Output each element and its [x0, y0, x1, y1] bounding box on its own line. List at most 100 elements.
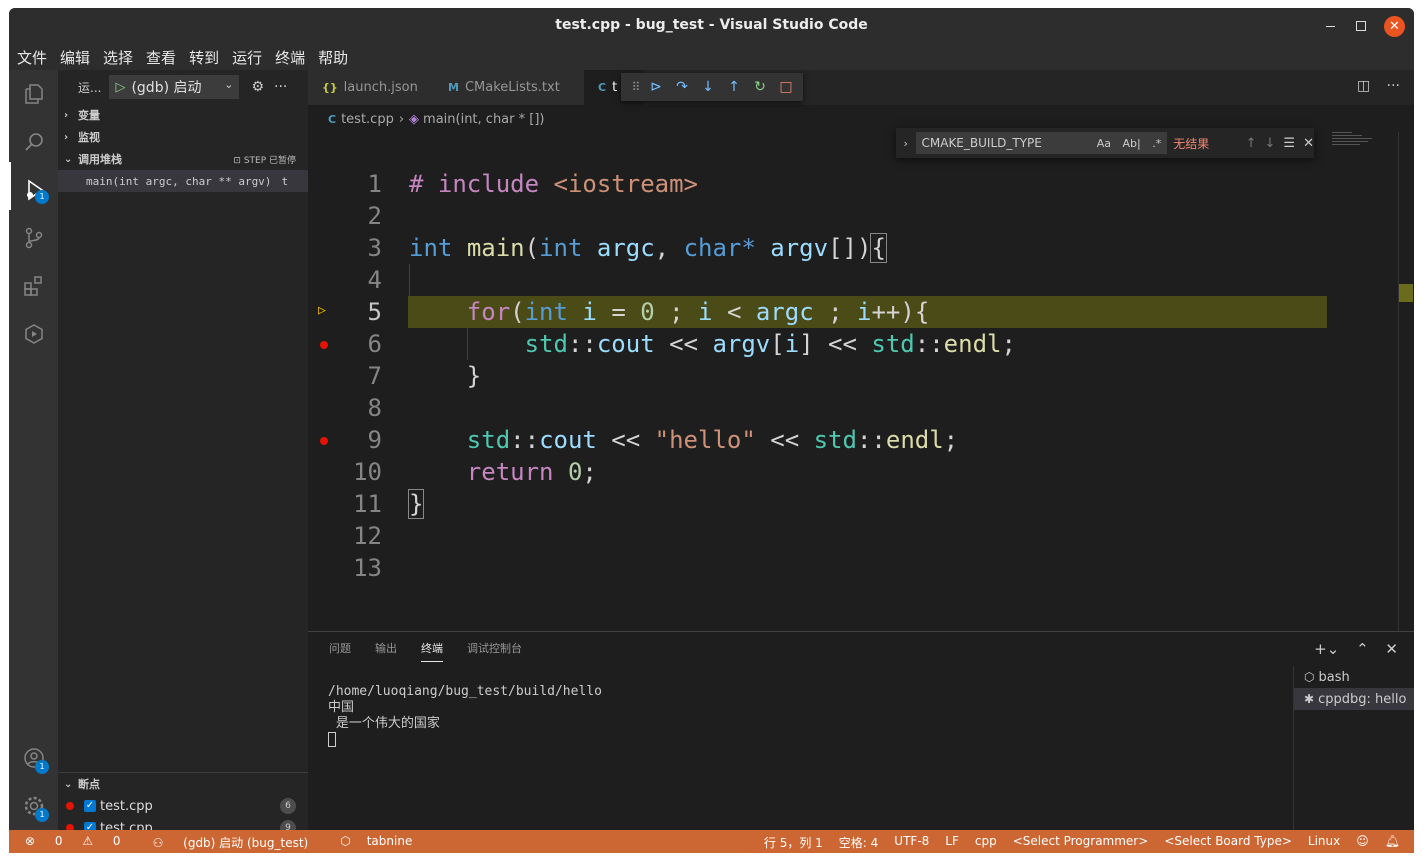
- find-options: Aa Ab| .*: [1089, 137, 1161, 150]
- close-window-button[interactable]: ✕: [1384, 16, 1405, 37]
- tab-output[interactable]: 输出: [375, 640, 397, 662]
- scrollbar-current-line-marker: [1399, 284, 1413, 302]
- editor-actions: ◫ ···: [1345, 78, 1400, 94]
- match-case-toggle[interactable]: Aa: [1097, 137, 1111, 150]
- find-in-selection-icon[interactable]: ☰: [1283, 136, 1295, 151]
- minimap[interactable]: [1332, 132, 1392, 162]
- explorer-icon[interactable]: [21, 82, 47, 108]
- breakpoint-checkbox[interactable]: ✓: [84, 800, 96, 812]
- maximize-panel-icon[interactable]: ⌃: [1356, 640, 1369, 658]
- tabnine-status[interactable]: ⬡ tabnine: [340, 834, 428, 851]
- tab-debug-console[interactable]: 调试控制台: [467, 640, 522, 662]
- remote-explorer-icon[interactable]: [21, 322, 47, 348]
- vertical-scrollbar[interactable]: [1398, 132, 1412, 631]
- new-terminal-plus-icon[interactable]: +⌄: [1314, 640, 1339, 658]
- line-number: 9: [367, 426, 382, 454]
- stack-frame-row[interactable]: main(int argc, char ** argv) t: [58, 170, 308, 192]
- menu-help[interactable]: 帮助: [318, 47, 348, 68]
- select-board-type[interactable]: <Select Board Type>: [1164, 834, 1292, 851]
- tab-problems[interactable]: 问题: [329, 640, 351, 662]
- manage-gear-icon[interactable]: 1: [21, 794, 49, 822]
- find-query: CMAKE_BUILD_TYPE: [921, 136, 1042, 150]
- stack-frame-name: main(int argc, char ** argv): [86, 174, 272, 188]
- start-debug-icon[interactable]: ▷: [115, 80, 125, 95]
- step-into-icon[interactable]: ↓: [695, 79, 721, 95]
- debug-toolbar: ⠿ ⊳ ↷ ↓ ↑ ↻ □: [621, 73, 803, 101]
- accounts-icon[interactable]: 1: [21, 746, 49, 774]
- end-of-line[interactable]: LF: [945, 834, 959, 851]
- menu-view[interactable]: 查看: [146, 47, 176, 68]
- close-find-icon[interactable]: ✕: [1303, 136, 1314, 151]
- menu-terminal[interactable]: 终端: [275, 47, 305, 68]
- toggle-replace-icon[interactable]: ›: [896, 137, 916, 150]
- language-mode[interactable]: cpp: [975, 834, 997, 851]
- indentation[interactable]: 空格: 4: [839, 834, 879, 851]
- select-programmer[interactable]: <Select Programmer>: [1013, 834, 1149, 851]
- tab-cmakelists[interactable]: M CMakeLists.txt: [434, 70, 584, 105]
- split-editor-icon[interactable]: ◫: [1357, 78, 1370, 94]
- activity-bar: 1 1 1: [9, 70, 58, 830]
- stop-icon[interactable]: □: [773, 79, 799, 95]
- regex-toggle[interactable]: .*: [1152, 137, 1161, 150]
- breadcrumb-file[interactable]: test.cpp: [341, 112, 394, 127]
- code-line: 9 std::cout << "hello" << std::endl;: [308, 424, 1338, 456]
- minimize-button[interactable]: [1321, 16, 1341, 36]
- notifications-bell-icon[interactable]: 🔔︎: [1385, 834, 1400, 851]
- tab-label: t: [612, 80, 618, 95]
- breadcrumb-symbol[interactable]: main(int, char * []): [423, 112, 544, 127]
- cursor-position[interactable]: 行 5，列 1: [764, 834, 823, 851]
- platform[interactable]: Linux: [1308, 834, 1340, 851]
- terminal-item-bash[interactable]: ⬡ bash: [1294, 666, 1414, 688]
- warning-count: 0: [112, 834, 121, 848]
- encoding[interactable]: UTF-8: [894, 834, 929, 851]
- drag-grip-icon[interactable]: ⠿: [629, 80, 643, 94]
- more-actions-icon[interactable]: ···: [1387, 78, 1400, 94]
- breakpoint-item[interactable]: ✓ test.cpp 6: [58, 795, 308, 817]
- call-stack-section[interactable]: ⌄ 调用堆栈 ⊡ STEP 已暂停: [58, 148, 308, 170]
- run-debug-icon[interactable]: 1: [21, 178, 49, 204]
- menu-selection[interactable]: 选择: [103, 47, 133, 68]
- open-launch-json-gear-icon[interactable]: ⚙: [251, 79, 264, 95]
- chevron-right-icon: ›: [64, 109, 69, 121]
- close-panel-icon[interactable]: ✕: [1385, 640, 1398, 658]
- whole-word-toggle[interactable]: Ab|: [1123, 137, 1141, 150]
- continue-icon[interactable]: ⊳: [643, 79, 669, 95]
- terminal-item-cppdbg[interactable]: ✱ cppdbg: hello: [1294, 688, 1414, 710]
- menu-edit[interactable]: 编辑: [60, 47, 90, 68]
- search-icon[interactable]: [21, 130, 47, 156]
- debug-status[interactable]: ⚇ (gdb) 启动 (bug_test): [153, 834, 325, 851]
- terminal-line: 中国: [328, 700, 355, 715]
- stack-frame-file: t: [281, 174, 289, 188]
- debug-icon: ⚇: [152, 836, 168, 850]
- previous-match-icon[interactable]: ↑: [1246, 136, 1257, 151]
- more-actions-icon[interactable]: ···: [274, 79, 287, 95]
- code-line: 6 std::cout << argv[i] << std::endl;: [308, 328, 1338, 360]
- breakpoint-line: 6: [280, 798, 296, 814]
- code-line: 10 return 0;: [308, 456, 1338, 488]
- watch-section[interactable]: › 监视: [58, 126, 308, 148]
- menu-file[interactable]: 文件: [17, 47, 47, 68]
- line-number: 10: [353, 458, 382, 486]
- error-count: 0: [54, 834, 63, 848]
- status-bar: ⊗ 0 ⚠ 0 ⚇ (gdb) 启动 (bug_test) ⬡ tabnine 行…: [9, 830, 1414, 853]
- feedback-icon[interactable]: ☺: [1356, 834, 1369, 851]
- step-over-icon[interactable]: ↷: [669, 79, 695, 95]
- step-out-icon[interactable]: ↑: [721, 79, 747, 95]
- json-file-icon: {}: [322, 81, 338, 94]
- variables-section[interactable]: › 变量: [58, 104, 308, 126]
- problems-status[interactable]: ⊗ 0 ⚠ 0: [25, 834, 137, 851]
- find-input[interactable]: CMAKE_BUILD_TYPE Aa Ab| .*: [915, 132, 1168, 154]
- next-match-icon[interactable]: ↓: [1265, 136, 1276, 151]
- maximize-button[interactable]: [1351, 16, 1371, 36]
- menu-go[interactable]: 转到: [189, 47, 219, 68]
- terminal-cursor: [328, 732, 336, 747]
- tab-terminal[interactable]: 终端: [421, 640, 443, 662]
- terminal-output[interactable]: /home/luoqiang/bug_test/build/hello 中国 是一…: [328, 684, 602, 748]
- launch-config-select[interactable]: ▷ (gdb) 启动 ⌄: [109, 75, 240, 99]
- restart-icon[interactable]: ↻: [747, 79, 773, 95]
- extensions-icon[interactable]: [21, 274, 47, 300]
- source-control-icon[interactable]: [21, 226, 47, 252]
- tab-launch-json[interactable]: {} launch.json: [308, 70, 434, 105]
- breakpoints-header[interactable]: ⌄ 断点: [58, 773, 308, 795]
- menu-run[interactable]: 运行: [232, 47, 262, 68]
